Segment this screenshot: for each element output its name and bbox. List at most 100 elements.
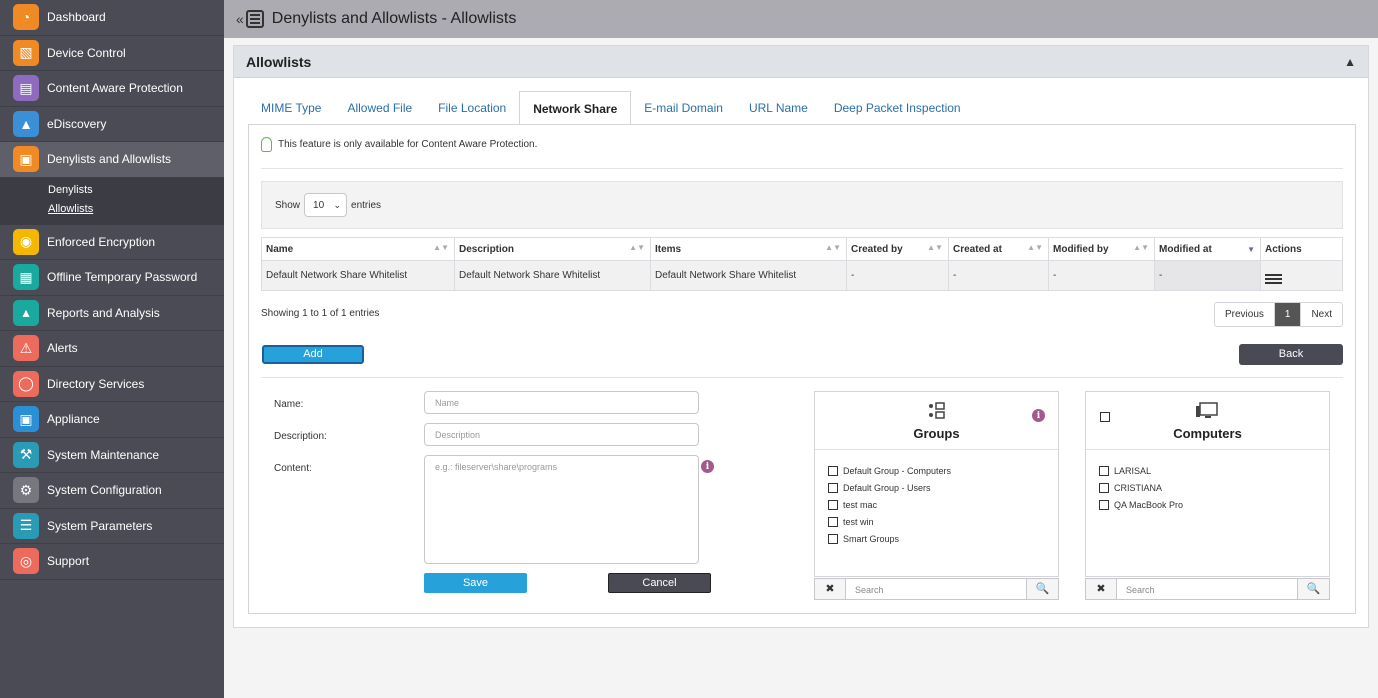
sidebar-item-label: Content Aware Protection [47,81,183,96]
checkbox[interactable] [828,482,838,493]
next-button[interactable]: Next [1301,303,1342,326]
tab-allowed-file[interactable]: Allowed File [334,91,425,125]
sidebar-item-label: Device Control [47,45,126,60]
sidebar-item-ediscovery[interactable]: ▲ eDiscovery [0,107,224,142]
column-header-modified-by[interactable]: Modified by ▲▼ [1048,237,1155,261]
directory-icon: ◯ [13,370,39,397]
checkbox[interactable] [1099,482,1109,493]
collapse-sidebar-icon[interactable]: « [236,11,244,27]
sidebar-item-directory-services[interactable]: ◯ Directory Services [0,367,224,402]
column-header-items[interactable]: Items ▲▼ [650,237,847,261]
sidebar-item-label: Reports and Analysis [47,305,160,320]
sidebar-item-support[interactable]: ◎ Support [0,544,224,580]
computers-search-input[interactable]: Search [1117,579,1297,599]
list-item[interactable]: QA MacBook Pro [1099,496,1329,513]
column-header-description[interactable]: Description ▲▼ [454,237,651,261]
checkbox[interactable] [828,465,838,476]
divider [261,377,1343,378]
top-bar: « Denylists and Allowlists - Allowlists [224,0,1378,38]
sidebar-item-alerts[interactable]: ⚠ Alerts [0,331,224,367]
list-item[interactable]: Smart Groups [828,530,1058,547]
clear-icon[interactable]: ✖ [1086,579,1117,599]
checkbox[interactable] [828,499,838,510]
list-item[interactable]: test win [828,513,1058,530]
search-icon[interactable]: 🔍 [1297,579,1329,599]
allowlists-table: Name ▲▼ Description ▲▼ Items ▲▼ Created by ▲… [261,237,1343,291]
sidebar-item-label: Dashboard [47,10,106,25]
sidebar-subitem-allowlists[interactable]: Allowlists [48,200,224,219]
maintenance-icon: ⚒ [13,441,39,468]
sidebar-item-label: System Parameters [47,518,153,533]
tab-email-domain[interactable]: E-mail Domain [631,91,736,125]
parameters-icon: ☰ [13,512,39,539]
computers-search: ✖ Search 🔍 [1085,578,1330,600]
sort-icon: ▲▼ [825,243,841,252]
tab-url-name[interactable]: URL Name [736,91,821,125]
page-1-button[interactable]: 1 [1273,303,1302,326]
info-icon[interactable]: i [701,460,714,473]
sidebar-item-denylists-and-allowlists[interactable]: ▣ Denylists and Allowlists [0,142,224,178]
tab-content: This feature is only available for Conte… [248,124,1356,614]
alert-icon: ⚠ [13,335,39,362]
tab-network-share[interactable]: Network Share [519,91,632,125]
panel-header[interactable]: Allowlists ▲ [234,46,1368,78]
sidebar-item-dashboard[interactable]: ◔ Dashboard [0,0,224,36]
sidebar-item-label: eDiscovery [47,116,107,131]
column-header-created-at[interactable]: Created at ▲▼ [948,237,1049,261]
column-header-created-by[interactable]: Created by ▲▼ [846,237,949,261]
chevron-down-icon: ⌄ [333,199,342,210]
previous-button[interactable]: Previous [1215,303,1274,326]
menu-icon[interactable] [245,10,264,28]
content-textarea[interactable]: e.g.: fileserver\share\programs [424,455,699,564]
sidebar-item-content-aware-protection[interactable]: ▤ Content Aware Protection [0,71,224,107]
showing-info: Showing 1 to 1 of 1 entries [261,308,380,319]
groups-search-input[interactable]: Search [846,579,1026,599]
tab-deep-packet-inspection[interactable]: Deep Packet Inspection [821,91,974,125]
sidebar-item-system-parameters[interactable]: ☰ System Parameters [0,509,224,544]
list-item[interactable]: test mac [828,496,1058,513]
column-header-actions: Actions [1260,237,1343,261]
table-row[interactable]: Default Network Share Whitelist Default … [261,260,1343,291]
search-icon[interactable]: 🔍 [1026,579,1058,599]
checkbox[interactable] [1099,465,1109,476]
column-header-name[interactable]: Name ▲▼ [261,237,455,261]
description-input[interactable]: Description [424,423,699,446]
sidebar-item-system-maintenance[interactable]: ⚒ System Maintenance [0,438,224,473]
tab-file-location[interactable]: File Location [425,91,519,125]
back-button[interactable]: Back [1239,344,1343,365]
cell-items: Default Network Share Whitelist [650,260,847,291]
sidebar-item-enforced-encryption[interactable]: ◉ Enforced Encryption [0,225,224,260]
list-item[interactable]: Default Group - Computers [828,462,1058,479]
actions-menu-icon[interactable] [1265,273,1282,284]
select-all-checkbox[interactable] [1100,412,1110,422]
sidebar: ◔ Dashboard ▧ Device Control ▤ Content Aware … [0,0,224,698]
chevron-up-icon[interactable]: ▲ [1344,55,1356,69]
sidebar-item-offline-temporary-password[interactable]: ▦ Offline Temporary Password [0,260,224,296]
sidebar-item-device-control[interactable]: ▧ Device Control [0,36,224,71]
list-item[interactable]: CRISTIANA [1099,479,1329,496]
list-item[interactable]: Default Group - Users [828,479,1058,496]
info-icon[interactable]: i [1032,409,1045,422]
name-input[interactable]: Name [424,391,699,414]
clear-icon[interactable]: ✖ [815,579,846,599]
denylists-icon: ▣ [13,146,39,173]
sidebar-item-reports-and-analysis[interactable]: ▴ Reports and Analysis [0,296,224,331]
sidebar-item-appliance[interactable]: ▣ Appliance [0,402,224,438]
divider [261,168,1343,169]
sidebar-item-system-configuration[interactable]: ⚙ System Configuration [0,473,224,509]
column-header-modified-at[interactable]: Modified at ▼ [1154,237,1261,261]
sidebar-subitem-denylists[interactable]: Denylists [48,181,224,200]
sort-icon: ▲▼ [927,243,943,252]
checkbox[interactable] [1099,499,1109,510]
checkbox[interactable] [828,533,838,544]
tab-mime-type[interactable]: MIME Type [248,91,334,125]
add-button[interactable]: Add [262,345,364,364]
groups-title: Groups [913,426,960,441]
cancel-button[interactable]: Cancel [608,573,711,593]
list-item[interactable]: LARISAL [1099,462,1329,479]
password-icon: ▦ [13,264,39,291]
checkbox[interactable] [828,516,838,527]
name-label: Name: [274,399,304,410]
entries-select[interactable]: 10 ⌄ [304,193,348,217]
save-button[interactable]: Save [424,573,527,593]
